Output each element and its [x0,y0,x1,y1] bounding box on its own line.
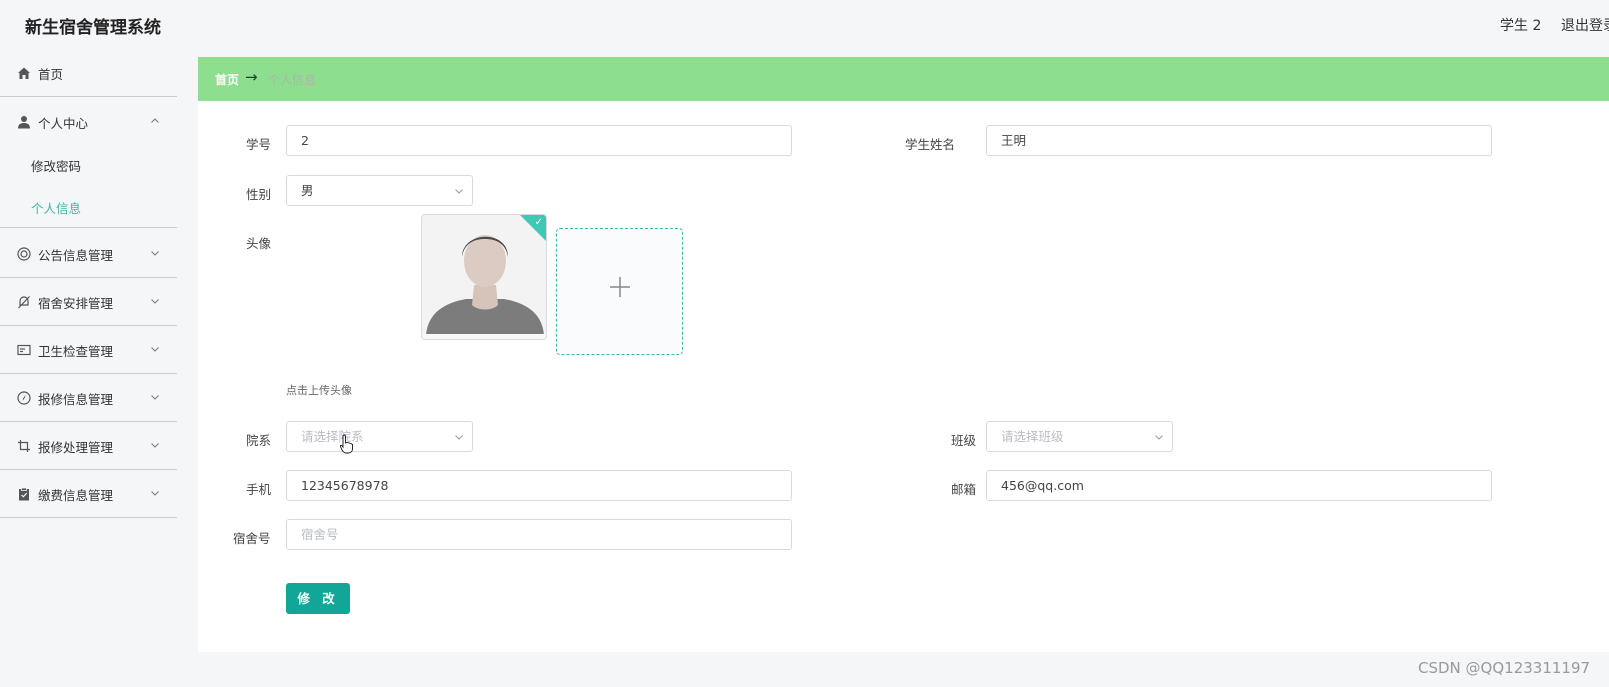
chevron-down-icon [151,347,159,352]
hand-cursor-icon [340,434,353,454]
student-no-input[interactable]: 2 [286,125,792,156]
sidebar-item-label: 个人中心 [38,116,89,131]
email-label: 邮箱 [951,482,977,497]
plus-icon [610,277,630,297]
department-select-placeholder: 请选择院系 [301,429,364,444]
sidebar-item-dorm-arrangement[interactable]: 宿舍安排管理 [0,277,177,326]
sidebar-item-label: 宿舍安排管理 [38,296,114,311]
announcement-icon [17,247,31,261]
sidebar-item-label: 公告信息管理 [38,248,114,263]
class-select[interactable]: 请选择班级 [986,421,1173,452]
sidebar-item-hygiene-check[interactable]: 卫生检查管理 [0,325,177,374]
dorm-no-label: 宿舍号 [233,531,271,546]
breadcrumb-home-link[interactable]: 首页 [215,71,239,88]
update-button[interactable]: 修 改 [286,583,350,614]
breadcrumb: 首页 → 个人信息 [198,57,1609,101]
home-icon [18,67,30,79]
sidebar-item-label: 报修处理管理 [38,440,114,455]
chevron-down-icon [151,299,159,304]
user-icon [18,116,30,129]
app-title: 新生宿舍管理系统 [25,18,161,38]
avatar-thumbnail[interactable]: ✓ [421,214,547,340]
sidebar-item-label: 缴费信息管理 [38,488,114,503]
compass-icon [17,391,31,405]
phone-input[interactable]: 12345678978 [286,470,792,501]
chevron-up-icon [151,118,159,123]
avatar-label: 头像 [246,236,272,251]
student-name-label: 学生姓名 [905,137,956,152]
sidebar-subitem-personal-info[interactable]: 个人信息 [31,198,81,217]
sidebar-item-label: 首页 [38,67,64,82]
dorm-no-input[interactable]: 宿舍号 [286,519,792,550]
sidebar-item-repair-handling[interactable]: 报修处理管理 [0,421,177,470]
gender-label: 性别 [246,187,272,202]
watermark: CSDN @QQ123311197 [1418,659,1591,677]
class-label: 班级 [951,433,977,448]
email-input[interactable]: 456@qq.com [986,470,1492,501]
avatar-upload-button[interactable] [556,228,683,355]
sidebar-subitem-change-password[interactable]: 修改密码 [31,156,81,175]
bell-off-icon [18,296,30,309]
clipboard-icon [19,487,29,501]
gender-select[interactable]: 男 [286,175,473,206]
current-user-name: 学生 2 [1500,18,1542,34]
sidebar-item-home[interactable]: 首页 [0,48,177,97]
avatar-upload-hint: 点击上传头像 [286,384,352,397]
student-no-label: 学号 [246,137,272,152]
breadcrumb-current: 个人信息 [268,73,317,87]
sidebar-item-label: 报修信息管理 [38,392,114,407]
gender-select-value: 男 [301,183,314,198]
sidebar-item-payment-info[interactable]: 缴费信息管理 [0,469,177,518]
crop-icon [18,440,30,452]
chevron-down-icon [151,491,159,496]
card-icon [17,344,31,356]
top-header: 新生宿舍管理系统 学生 2 退出登录 [0,0,1609,48]
chevron-down-icon [151,251,159,256]
chevron-down-icon [151,395,159,400]
logout-link[interactable]: 退出登录 [1561,15,1609,35]
chevron-down-icon [151,443,159,448]
sidebar-item-label: 卫生检查管理 [38,344,114,359]
student-name-input[interactable]: 王明 [986,125,1492,156]
main-content: 首页 → 个人信息 学号 2 学生姓名 王明 性别 男 头像 ✓ 点击上传头像 [198,57,1609,652]
breadcrumb-arrow-icon: → [245,68,258,86]
chevron-down-icon [455,435,463,440]
chevron-down-icon [455,189,463,194]
phone-label: 手机 [246,482,272,497]
sidebar-menu: 首页 个人中心 修改密码 个人信息 公告信息管理 宿舍安排管理 卫生检查管理 报… [0,48,177,687]
department-select[interactable]: 请选择院系 [286,421,473,452]
sidebar-item-personal-center[interactable]: 个人中心 修改密码 个人信息 [0,97,177,228]
chevron-down-icon [1155,435,1163,440]
sidebar-item-announcement[interactable]: 公告信息管理 [0,229,177,278]
sidebar-item-repair-info[interactable]: 报修信息管理 [0,373,177,422]
check-icon: ✓ [534,217,543,228]
class-select-placeholder: 请选择班级 [1001,429,1064,444]
department-label: 院系 [246,433,272,448]
